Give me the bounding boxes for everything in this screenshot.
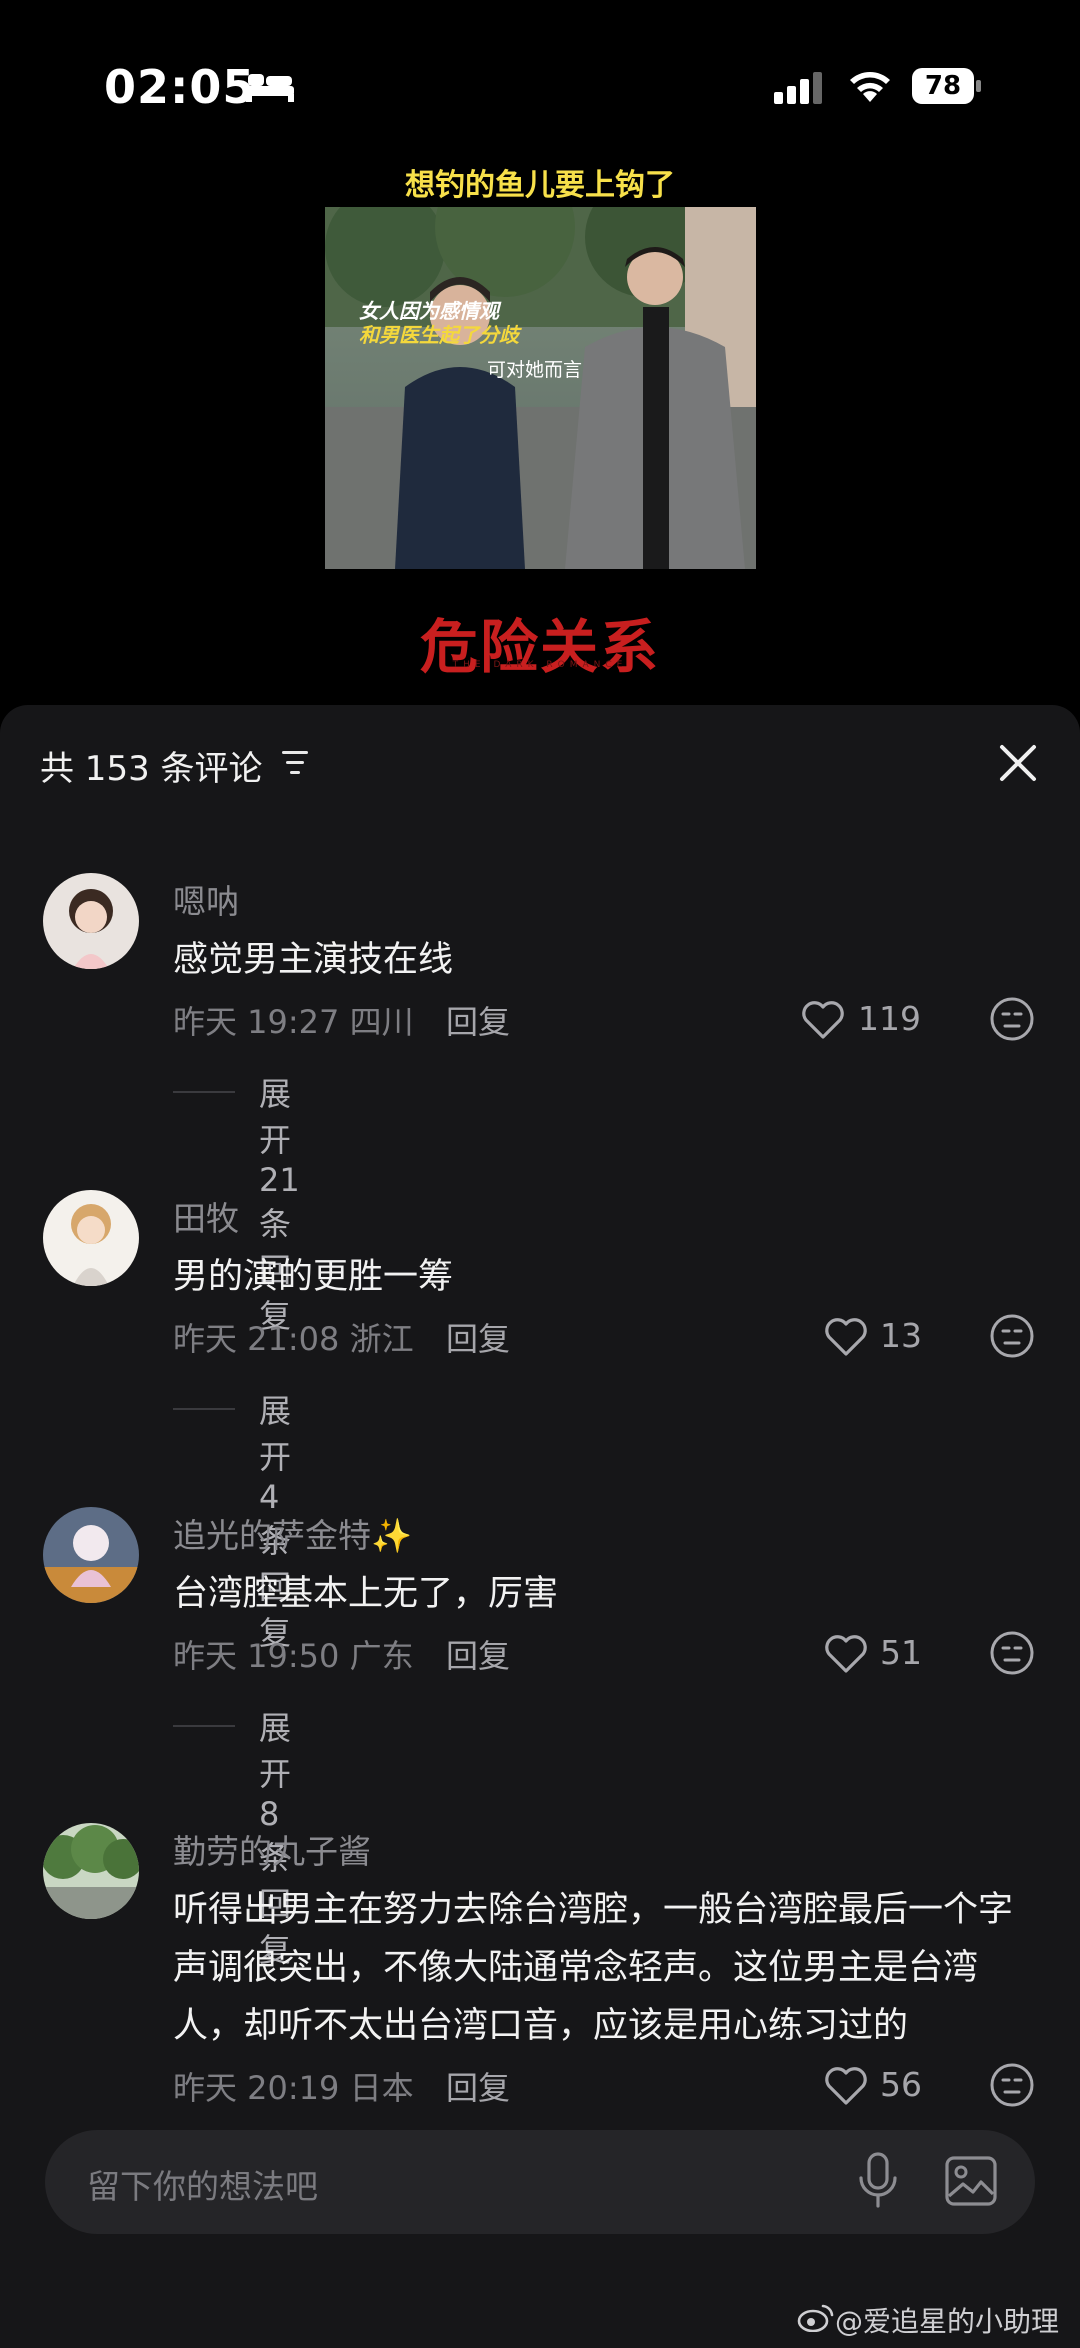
avatar[interactable] [43, 873, 139, 969]
avatar[interactable] [43, 1190, 139, 1286]
dislike-face-icon[interactable] [988, 1629, 1036, 1677]
reply-button[interactable]: 回复 [446, 1631, 510, 1677]
wifi-icon [850, 72, 890, 102]
avatar[interactable] [43, 1507, 139, 1603]
reply-button[interactable]: 回复 [446, 997, 510, 1043]
comment-meta: 昨天 19:27 四川 [173, 1003, 414, 1041]
comment-text: 男的演的更胜一筹 [173, 1257, 454, 1297]
bed-icon [246, 74, 294, 102]
like-count: 56 [880, 2065, 922, 2104]
comment-meta: 昨天 21:08 浙江 [173, 1320, 414, 1358]
comment-text: 感觉男主演技在线 [173, 940, 454, 980]
reply-button[interactable]: 回复 [446, 1314, 510, 1360]
comment-text: 台湾腔基本上无了，厉害 [173, 1574, 559, 1614]
comment-item: 追光的萨金特✨ 台湾腔基本上无了，厉害 昨天 19:50 广东 回复 51 展开… [0, 1507, 1080, 1969]
status-bar: 02:05 78 [0, 0, 1080, 170]
weibo-logo-icon [797, 2304, 834, 2332]
comment-count: 共 153 条评论 [40, 749, 263, 789]
dislike-face-icon[interactable] [988, 1312, 1036, 1360]
comment-input-placeholder[interactable]: 留下你的想法吧 [87, 2160, 318, 2208]
heart-icon[interactable] [800, 999, 846, 1041]
close-icon[interactable] [996, 741, 1040, 785]
video-top-caption: 想钓的鱼儿要上钩了 [405, 168, 675, 203]
comment-item: 勤劳的丸子酱 听得出男主在努力去除台湾腔，一般台湾腔最后一个字声调很突出，不像大… [0, 1823, 1080, 2123]
video-dialogue: 可对她而言 [487, 359, 583, 381]
comment-item: 嗯呐 感觉男主演技在线 昨天 19:27 四川 回复 119 展开 21 条回复 [0, 873, 1080, 1335]
heart-icon[interactable] [823, 2065, 869, 2107]
signal-icon [774, 72, 822, 104]
comment-meta: 昨天 19:50 广东 [173, 1637, 414, 1675]
heart-icon[interactable] [823, 1633, 869, 1675]
reply-button[interactable]: 回复 [446, 2063, 510, 2109]
comment-item: 田牧 男的演的更胜一筹 昨天 21:08 浙江 回复 13 展开 4 条回复 [0, 1190, 1080, 1652]
video-subtitle-2: 和男医生起了分歧 [359, 323, 519, 347]
battery-icon: 78 [912, 68, 982, 104]
filter-icon[interactable] [282, 749, 312, 777]
comment-text: 听得出男主在努力去除台湾腔，一般台湾腔最后一个字声调很突出，不像大陆通常念轻声。… [173, 1890, 1014, 2046]
avatar[interactable] [43, 1823, 139, 1919]
video-scene [325, 207, 756, 569]
comment-meta: 昨天 20:19 日本 [173, 2069, 414, 2107]
dislike-face-icon[interactable] [988, 995, 1036, 1043]
comment-username[interactable]: 田牧 [173, 1192, 239, 1240]
status-time: 02:05 [104, 60, 256, 114]
video-player[interactable]: 女人因为感情观 和男医生起了分歧 可对她而言 [325, 207, 756, 569]
comment-input-bar[interactable]: 留下你的想法吧 [45, 2130, 1035, 2234]
like-count: 13 [880, 1316, 922, 1355]
mic-icon[interactable] [857, 2152, 899, 2210]
battery-level: 78 [912, 68, 974, 104]
dislike-face-icon[interactable] [988, 2061, 1036, 2109]
comment-username[interactable]: 勤劳的丸子酱 [173, 1825, 371, 1873]
like-count: 51 [880, 1633, 922, 1672]
comment-username[interactable]: 嗯呐 [173, 875, 239, 923]
image-icon[interactable] [945, 2156, 997, 2206]
comment-username[interactable]: 追光的萨金特✨ [173, 1509, 412, 1557]
heart-icon[interactable] [823, 1316, 869, 1358]
comments-sheet: 共 153 条评论 嗯呐 感觉男主演技在线 昨天 19:27 四川 回复 119 [0, 705, 1080, 2348]
show-title-logo: 危险关系 [419, 613, 660, 681]
show-subtitle: THE DARK ROMANCE [452, 660, 628, 670]
like-count: 119 [858, 999, 921, 1038]
watermark-text: @爱追星的小助理 [835, 2305, 1060, 2338]
